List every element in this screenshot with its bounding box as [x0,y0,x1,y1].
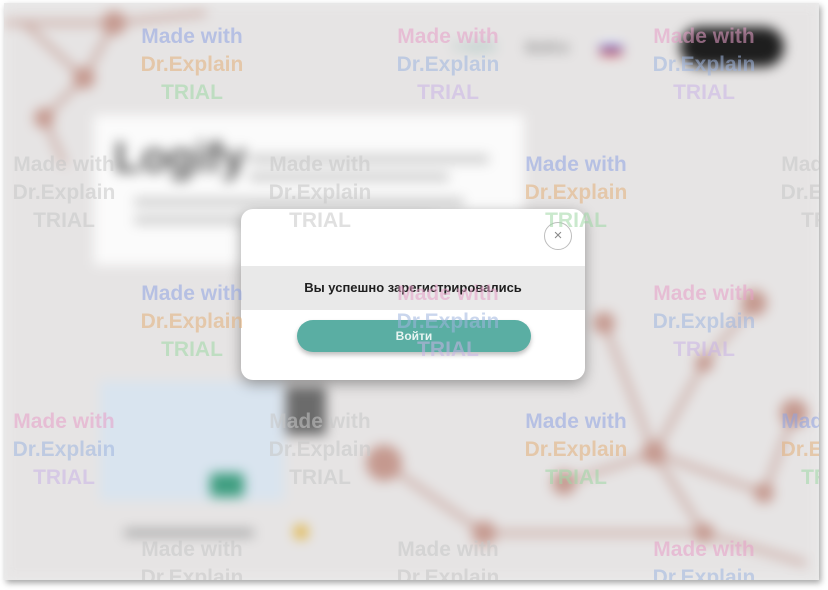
language-flag-icon[interactable] [600,41,622,55]
hero-text-line [249,173,449,181]
hero-title: Logify [114,133,246,182]
preview-thumbnail [286,387,326,435]
success-message: Вы успешно зарегистрировались [304,280,522,295]
preview-caption [124,529,254,537]
hero-text-line [134,198,464,206]
preview-badge [210,473,244,497]
nav-login-link[interactable]: Войти [526,39,569,55]
header-action-button[interactable] [680,27,784,67]
close-icon[interactable]: × [544,222,572,250]
login-button[interactable]: Войти [297,320,531,352]
hero-text-line [249,155,489,163]
preview-screenshot [100,381,284,501]
registration-success-dialog: × Вы успешно зарегистрировались Войти [241,209,585,380]
nav-brand[interactable]: Logify [454,37,496,53]
decorative-dot [294,525,308,539]
app-window: Logify Войти Logify × Вы успешно зарегис… [4,3,819,580]
